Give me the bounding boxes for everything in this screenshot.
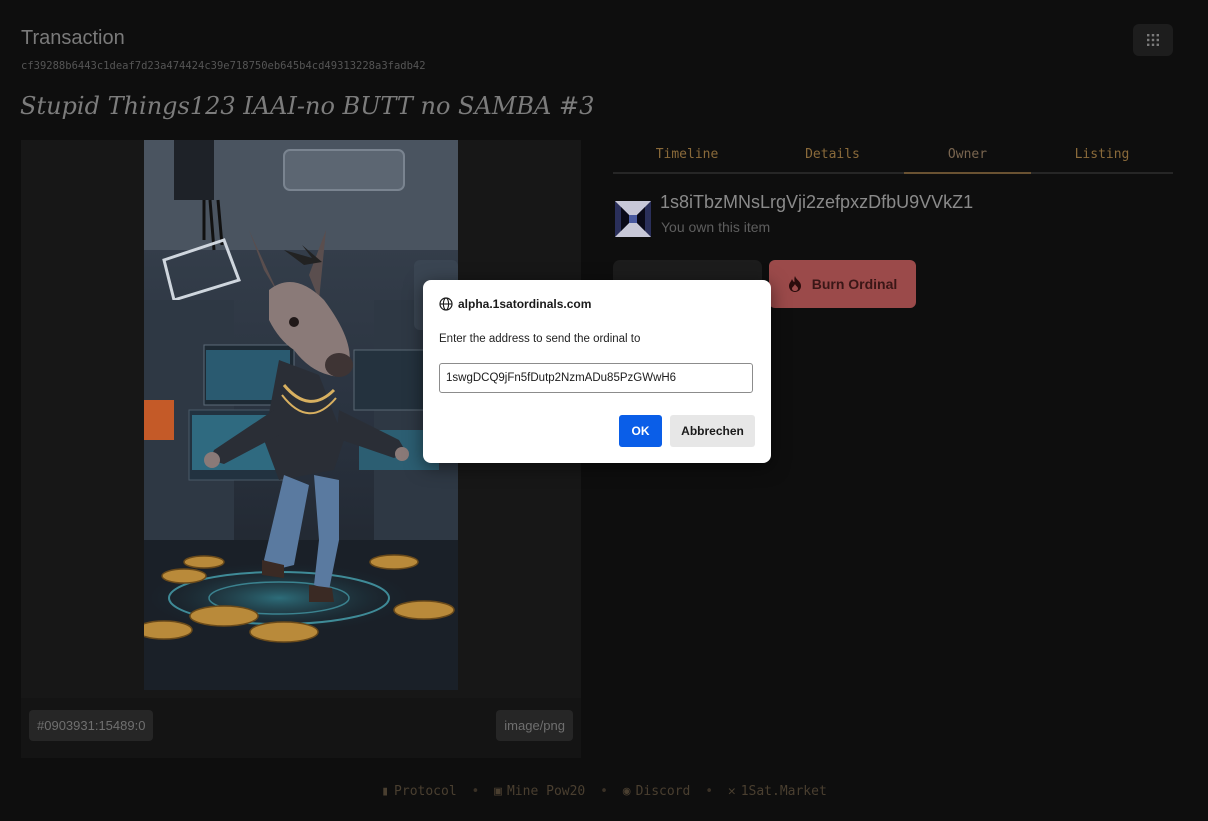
dialog-origin-text: alpha.1satordinals.com — [458, 297, 592, 311]
dialog-message: Enter the address to send the ordinal to — [439, 333, 641, 345]
cancel-button[interactable]: Abbrechen — [670, 415, 755, 447]
dialog-origin: alpha.1satordinals.com — [439, 297, 591, 311]
modal-overlay: alpha.1satordinals.com Enter the address… — [0, 0, 1208, 821]
globe-icon — [439, 297, 453, 311]
address-input[interactable] — [439, 363, 753, 393]
page: Transaction cf39288b6443c1deaf7d23a47442… — [0, 0, 1208, 821]
prompt-dialog: alpha.1satordinals.com Enter the address… — [423, 280, 771, 463]
ok-button[interactable]: OK — [619, 415, 662, 447]
